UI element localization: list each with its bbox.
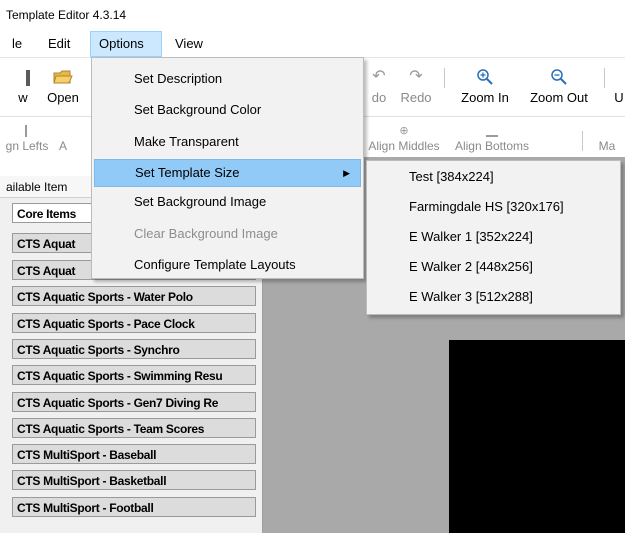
menu-item-clear-background-image: Clear Background Image [134, 226, 278, 241]
align-middles-button[interactable]: ⊕ Align Middles [364, 119, 444, 153]
undo-icon: ↶ [372, 68, 386, 85]
menu-bar: le Edit Options View [0, 31, 625, 57]
submenu-arrow-icon: ▶ [343, 168, 350, 178]
zoom-out-icon [551, 69, 567, 85]
align-left-icon [25, 125, 35, 137]
new-button[interactable]: w [10, 64, 36, 114]
menu-item-set-template-size[interactable]: Set Template Size ▶ [94, 159, 361, 187]
template-canvas[interactable] [449, 340, 625, 533]
toolbar-separator [444, 68, 445, 88]
submenu-item-size[interactable]: Farmingdale HS [320x176] [369, 192, 618, 222]
align-middle-icon: ⊕ [399, 125, 409, 137]
list-item[interactable]: CTS Aquatic Sports - Swimming Resu [12, 365, 256, 385]
menu-view[interactable]: View [175, 31, 203, 57]
options-menu: Set Description Set Background Color Mak… [91, 57, 364, 279]
open-button[interactable]: Open [40, 64, 86, 114]
menu-item-set-background-color[interactable]: Set Background Color [94, 96, 361, 124]
list-item[interactable]: CTS Aquatic Sports - Synchro [12, 339, 256, 359]
list-item[interactable]: CTS Aquatic Sports - Pace Clock [12, 313, 256, 333]
redo-button[interactable]: ↷ Redo [398, 64, 434, 114]
list-item[interactable]: CTS MultiSport - Football [12, 497, 256, 517]
menu-file[interactable]: le [0, 31, 28, 57]
menu-edit[interactable]: Edit [48, 31, 70, 57]
title-bar: Template Editor 4.3.14 [0, 0, 625, 30]
align-bottoms-button[interactable]: Align Bottoms [448, 119, 536, 153]
list-item[interactable]: CTS Aquatic Sports - Water Polo [12, 286, 256, 306]
zoom-in-button[interactable]: Zoom In [452, 64, 518, 114]
list-item[interactable]: CTS MultiSport - Baseball [12, 444, 256, 464]
folder-icon [53, 70, 73, 84]
submenu-item-size[interactable]: E Walker 3 [512x288] [369, 282, 618, 312]
toolbar-separator [604, 68, 605, 88]
window-title: Template Editor 4.3.14 [6, 8, 127, 22]
align-overflow-button[interactable]: Ma [590, 119, 624, 153]
list-item[interactable]: CTS Aquatic Sports - Gen7 Diving Re [12, 392, 256, 412]
menu-item-configure-template-layouts[interactable]: Configure Template Layouts [94, 251, 361, 279]
menu-options[interactable]: Options [90, 31, 162, 57]
undo-button[interactable]: ↶ do [364, 64, 394, 114]
menu-item-set-description[interactable]: Set Description [94, 65, 361, 93]
submenu-item-size[interactable]: Test [384x224] [369, 162, 618, 192]
menu-item-label: Set Template Size [135, 165, 240, 180]
redo-icon: ↷ [409, 68, 423, 85]
zoom-out-button[interactable]: Zoom Out [522, 64, 596, 114]
list-item[interactable]: CTS Aquatic Sports - Team Scores [12, 418, 256, 438]
template-size-submenu: Test [384x224] Farmingdale HS [320x176] … [366, 160, 621, 315]
toolbar-separator [582, 131, 583, 151]
menu-item-set-background-image[interactable]: Set Background Image [94, 188, 361, 216]
submenu-item-size[interactable]: E Walker 1 [352x224] [369, 222, 618, 252]
toolbar-overflow-button[interactable]: U [612, 64, 625, 114]
align-bottom-icon [486, 125, 498, 137]
menu-item-make-transparent[interactable]: Make Transparent [94, 128, 361, 156]
zoom-in-icon [477, 69, 493, 85]
new-document-icon [26, 70, 30, 86]
list-item[interactable]: CTS MultiSport - Basketball [12, 470, 256, 490]
align-button-partial[interactable]: A [57, 119, 69, 153]
submenu-item-size[interactable]: E Walker 2 [448x256] [369, 252, 618, 282]
align-lefts-button[interactable]: gn Lefts [0, 119, 54, 153]
